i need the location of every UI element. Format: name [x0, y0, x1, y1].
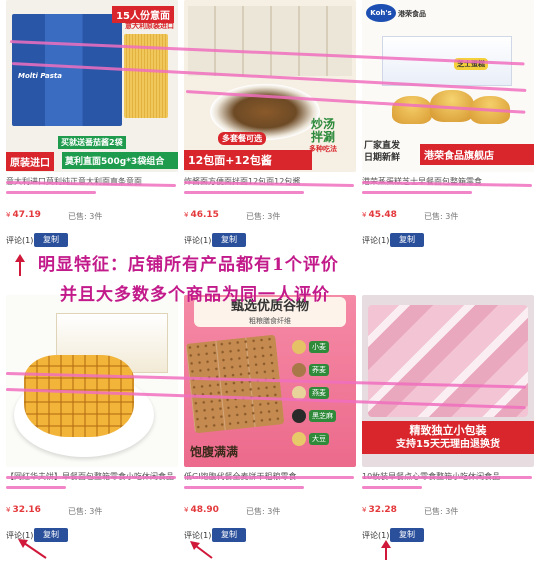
copy-button[interactable]: 复制	[212, 528, 246, 542]
sold-count: 已售: 3件	[246, 212, 281, 221]
copy-button[interactable]: 复制	[390, 528, 424, 542]
product-price: ¥47.19	[6, 210, 41, 220]
banner-sub: 意大利原装进口	[125, 22, 174, 30]
packets-art	[368, 305, 528, 417]
label-left2: 日期新鲜	[364, 153, 401, 163]
redaction-scribble	[362, 191, 472, 194]
product-image[interactable]: 多套餐可选 炒汤 拌涮 多种吃法 12包面+12包酱	[184, 0, 356, 172]
product-price: ¥46.15	[184, 210, 219, 220]
price-value: 48.90	[190, 505, 219, 515]
grain-icon	[292, 432, 306, 446]
redaction-scribble	[6, 476, 176, 479]
stamp-line2: 拌涮	[310, 130, 335, 144]
ingredient-label: 黑芝麻	[309, 410, 336, 422]
ingredient-item: 黑芝麻	[292, 406, 352, 426]
label-line2: 支持15天无理由退换货	[396, 439, 500, 450]
subheading: 粗粮膳食纤维	[249, 317, 291, 325]
price-value: 32.28	[368, 505, 397, 515]
price-value: 45.48	[368, 210, 397, 220]
ingredient-list: 小麦 荞麦 燕麦 黑芝麻 大豆	[292, 337, 352, 449]
review-count[interactable]: 评论(1)	[184, 235, 211, 246]
label-main: 12包面+12包酱	[184, 150, 312, 170]
redaction-scribble	[362, 476, 532, 479]
brand-pack: Molti Pasta	[18, 72, 62, 80]
grain-icon	[292, 340, 306, 354]
grain-icon	[292, 363, 306, 377]
product-image[interactable]: 15人份意面 意大利原装进口 Molti Pasta 买就送番茄酱2袋 原装进口…	[6, 0, 178, 172]
product-title[interactable]: 意大利进口莫利纯正意大利面直条意面	[6, 176, 178, 200]
annotation-line2: 并且大多数多个商品为同一人评价	[60, 285, 330, 305]
sold-count: 已售: 3件	[68, 507, 103, 516]
method-stamp: 炒汤 拌涮 多种吃法	[294, 118, 352, 154]
product-title[interactable]: 低GI饱腹代餐全麦饼干粗粮零食	[184, 471, 356, 495]
ingredient-label: 燕麦	[309, 387, 329, 399]
currency-symbol: ¥	[362, 506, 367, 514]
currency-symbol: ¥	[362, 211, 367, 219]
side-tag: 多套餐可选	[218, 132, 266, 145]
redaction-scribble	[362, 486, 422, 489]
cake-1-art	[392, 96, 432, 124]
packaging-label: 精致独立小包装 支持15天无理由退换货	[362, 421, 534, 454]
sold-count: 已售: 3件	[68, 212, 103, 221]
arrow-icon	[15, 254, 25, 276]
ingredient-label: 大豆	[309, 433, 329, 445]
product-title[interactable]: 炸酱面方便面拌面12包面12包酱	[184, 176, 356, 200]
redaction-scribble	[6, 486, 66, 489]
ingredient-label: 小麦	[309, 341, 329, 353]
brand-logo: Koh's	[366, 4, 396, 22]
currency-symbol: ¥	[6, 506, 11, 514]
sold-count: 已售: 3件	[246, 507, 281, 516]
copy-button[interactable]: 复制	[390, 233, 424, 247]
product-title[interactable]: 港荣蒸蛋糕芝士早餐面包整箱零食	[362, 176, 534, 200]
ingredient-item: 荞麦	[292, 360, 352, 380]
product-price: ¥32.16	[6, 505, 41, 515]
gift-text: 买就送番茄酱2袋	[58, 136, 126, 149]
grain-icon	[292, 409, 306, 423]
label-left: 原装进口	[6, 152, 54, 171]
label-right: 港荣食品旗舰店	[420, 144, 534, 165]
currency-symbol: ¥	[184, 506, 189, 514]
price-value: 47.19	[12, 210, 41, 220]
arrow-icon	[381, 540, 391, 560]
annotation-line1: 明显特征：店铺所有产品都有1个评价	[38, 255, 339, 275]
arrow-icon	[190, 541, 213, 559]
copy-button[interactable]: 复制	[212, 233, 246, 247]
noodle-packs-art	[188, 6, 352, 76]
label-line1: 精致独立小包装	[409, 424, 487, 437]
review-count[interactable]: 评论(1)	[362, 235, 389, 246]
waffle-art	[24, 355, 134, 437]
label-right: 莫利直面500g*3袋组合	[62, 152, 178, 169]
redaction-scribble	[184, 476, 354, 479]
crackers-art	[185, 334, 285, 434]
sold-count: 已售: 3件	[424, 507, 459, 516]
ingredient-item: 大豆	[292, 429, 352, 449]
redaction-scribble	[184, 191, 304, 194]
ingredient-item: 小麦	[292, 337, 352, 357]
product-title[interactable]: 【网红华夫饼】早餐面包整箱零食小吃休闲食品	[6, 471, 178, 495]
product-price: ¥48.90	[184, 505, 219, 515]
footer-label: 饱腹满满	[190, 445, 239, 459]
pasta-box-art	[12, 14, 122, 126]
price-value: 32.16	[12, 505, 41, 515]
product-price: ¥32.28	[362, 505, 397, 515]
label-left-block: 厂家直发 日期新鲜	[364, 140, 422, 164]
sold-count: 已售: 3件	[424, 212, 459, 221]
currency-symbol: ¥	[6, 211, 11, 219]
product-title[interactable]: 10枚装早餐点心零食整箱小吃休闲食品	[362, 471, 534, 495]
product-price: ¥45.48	[362, 210, 397, 220]
price-value: 46.15	[190, 210, 219, 220]
review-count[interactable]: 评论(1)	[6, 235, 33, 246]
arrow-icon	[18, 539, 47, 559]
redaction-scribble	[184, 486, 304, 489]
redaction-scribble	[6, 191, 96, 194]
label-left: 厂家直发	[364, 141, 401, 151]
currency-symbol: ¥	[184, 211, 189, 219]
ingredient-label: 荞麦	[309, 364, 329, 376]
copy-button[interactable]: 复制	[34, 233, 68, 247]
brand-logo-sub: 港荣食品	[398, 10, 426, 18]
product-image[interactable]	[6, 295, 178, 467]
